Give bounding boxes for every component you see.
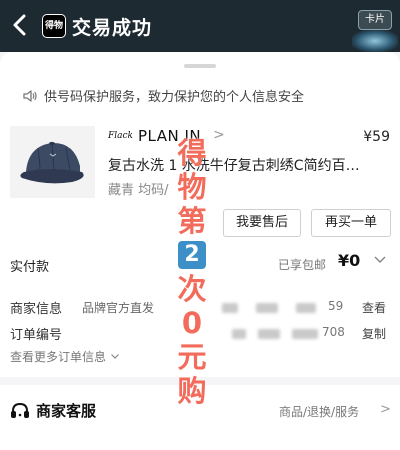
privacy-notice-text: 供号码保护服务，致力保护您的个人信息安全	[44, 90, 305, 105]
product-image[interactable]	[10, 126, 95, 198]
payment-label: 实付款	[10, 260, 50, 275]
promo-char: 购	[177, 374, 207, 408]
headset-icon	[11, 402, 29, 418]
redacted-block	[292, 329, 318, 339]
page-title: 交易成功	[72, 17, 153, 39]
drag-handle[interactable]	[184, 64, 216, 68]
merchant-phone-tail: 59	[328, 299, 344, 313]
promo-char: 次	[177, 272, 207, 306]
top-bar: 得物 交易成功 卡片	[0, 0, 400, 52]
brand-logo: Flack	[108, 131, 133, 141]
promo-char: 得	[177, 136, 207, 170]
card-button[interactable]: 卡片	[358, 10, 392, 30]
card-glow-decoration	[352, 30, 398, 52]
product-price: ¥59	[363, 129, 390, 145]
order-number-label: 订单编号	[10, 328, 63, 343]
payment-amount: ¥0	[338, 251, 361, 270]
free-shipping-text: 已享包邮	[278, 258, 327, 272]
redacted-block	[258, 329, 280, 339]
redacted-block	[256, 303, 278, 313]
promo-number-badge: 2	[178, 241, 206, 269]
app-logo: 得物	[42, 14, 66, 38]
promo-char: 0	[181, 306, 203, 340]
product-spec: 藏青 均码/	[108, 183, 169, 198]
redacted-block	[296, 303, 316, 313]
more-order-info-link[interactable]: 查看更多订单信息	[10, 348, 120, 365]
promo-char: 元	[177, 340, 207, 374]
chevron-right-icon[interactable]: >	[380, 402, 391, 417]
more-order-info-label: 查看更多订单信息	[10, 350, 107, 364]
redacted-block	[222, 303, 238, 313]
chevron-down-icon	[110, 354, 119, 359]
promo-char: 物	[177, 170, 207, 204]
copy-order-link[interactable]: 复制	[362, 325, 386, 342]
back-arrow-icon[interactable]	[8, 12, 34, 38]
product-title[interactable]: 复古水洗 1 水洗牛仔复古刺绣C简约百…	[108, 155, 390, 175]
merchant-view-link[interactable]: 查看	[362, 299, 386, 316]
merchant-type: 品牌官方直发	[82, 301, 155, 315]
promo-vertical-text: 得 物 第 2 次 0 元 购	[168, 136, 216, 408]
speaker-icon	[23, 89, 37, 102]
order-number-tail: 708	[322, 325, 345, 339]
chevron-down-icon[interactable]	[373, 252, 387, 266]
after-sale-button[interactable]: 我要售后	[223, 209, 301, 237]
merchant-label: 商家信息	[10, 302, 63, 317]
rebuy-button[interactable]: 再买一单	[311, 209, 391, 237]
redacted-block	[232, 329, 246, 339]
customer-service-title[interactable]: 商家客服	[36, 400, 96, 421]
promo-char: 第	[177, 204, 207, 238]
customer-service-links[interactable]: 商品/退换/服务	[279, 403, 359, 420]
privacy-notice: 供号码保护服务，致力保护您的个人信息安全	[22, 86, 304, 105]
